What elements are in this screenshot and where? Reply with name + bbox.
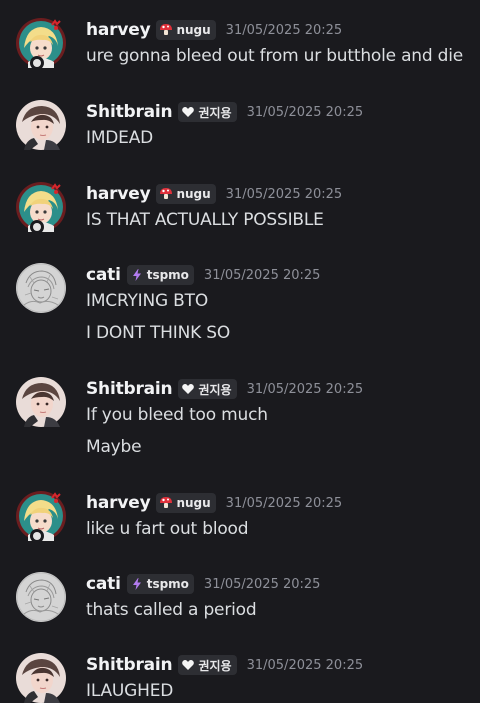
server-tag-label: nugu	[176, 23, 211, 37]
username[interactable]: cati	[86, 265, 121, 285]
username[interactable]: harvey	[86, 20, 151, 40]
username[interactable]: Shitbrain	[86, 102, 173, 122]
message-text: I DONT THINK SO	[86, 323, 231, 343]
timestamp: 31/05/2025 20:25	[225, 186, 343, 202]
server-tag[interactable]: 권지용	[178, 102, 237, 122]
chat-message-list: harvey nugu 31/05/2025 20:25 ure gonna b…	[0, 0, 480, 702]
username[interactable]: Shitbrain	[86, 379, 173, 399]
status-icon	[30, 220, 44, 234]
server-tag[interactable]: tspmo	[126, 265, 194, 285]
server-tag[interactable]: nugu	[156, 184, 216, 204]
server-tag-label: 권지용	[198, 105, 232, 120]
message-text: IMDEAD	[86, 128, 154, 148]
server-tag[interactable]: nugu	[156, 493, 216, 513]
status-icon	[30, 56, 44, 70]
avatar[interactable]	[16, 100, 66, 150]
message-text: IMCRYING BTO	[86, 291, 208, 311]
message-header: cati tspmo 31/05/2025 20:25	[86, 263, 320, 287]
message-header: Shitbrain 권지용 31/05/2025 20:25	[86, 377, 363, 401]
server-tag-label: 권지용	[198, 658, 232, 673]
message-header: harvey nugu 31/05/2025 20:25	[86, 182, 342, 206]
avatar[interactable]	[16, 572, 66, 622]
heart-icon	[181, 105, 195, 119]
timestamp: 31/05/2025 20:25	[225, 22, 343, 38]
server-tag-label: nugu	[176, 496, 211, 510]
server-tag-label: tspmo	[146, 577, 189, 591]
timestamp: 31/05/2025 20:25	[246, 657, 364, 673]
timestamp: 31/05/2025 20:25	[246, 104, 364, 120]
timestamp: 31/05/2025 20:25	[225, 495, 343, 511]
server-tag-label: nugu	[176, 187, 211, 201]
message-text: thats called a period	[86, 600, 257, 620]
server-tag-label: 권지용	[198, 382, 232, 397]
server-tag[interactable]: 권지용	[178, 379, 237, 399]
message-text: IS THAT ACTUALLY POSSIBLE	[86, 210, 324, 230]
message-header: Shitbrain 권지용 31/05/2025 20:25	[86, 653, 363, 677]
mushroom-icon	[159, 496, 173, 510]
avatar[interactable]	[16, 18, 66, 70]
message-header: Shitbrain 권지용 31/05/2025 20:25	[86, 100, 363, 124]
message-text: like u fart out blood	[86, 519, 249, 539]
message-header: cati tspmo 31/05/2025 20:25	[86, 572, 320, 596]
mushroom-icon	[159, 187, 173, 201]
avatar[interactable]	[16, 182, 66, 234]
mushroom-icon	[159, 23, 173, 37]
avatar[interactable]	[16, 653, 66, 703]
server-tag[interactable]: nugu	[156, 20, 216, 40]
server-tag[interactable]: 권지용	[178, 655, 237, 675]
message-header: harvey nugu 31/05/2025 20:25	[86, 491, 342, 515]
timestamp: 31/05/2025 20:25	[203, 267, 321, 283]
lightning-icon	[130, 577, 144, 591]
timestamp: 31/05/2025 20:25	[246, 381, 364, 397]
status-icon	[30, 529, 44, 543]
message-text: ure gonna bleed out from ur butthole and…	[86, 46, 464, 66]
username[interactable]: cati	[86, 574, 121, 594]
timestamp: 31/05/2025 20:25	[203, 576, 321, 592]
server-tag-label: tspmo	[146, 268, 189, 282]
message-header: harvey nugu 31/05/2025 20:25	[86, 18, 342, 42]
lightning-icon	[130, 268, 144, 282]
avatar[interactable]	[16, 491, 66, 543]
message-text: ILAUGHED	[86, 681, 174, 701]
heart-icon	[181, 658, 195, 672]
heart-icon	[181, 382, 195, 396]
avatar[interactable]	[16, 263, 66, 313]
message-text: Maybe	[86, 437, 142, 457]
username[interactable]: Shitbrain	[86, 655, 173, 675]
username[interactable]: harvey	[86, 493, 151, 513]
username[interactable]: harvey	[86, 184, 151, 204]
message-text: If you bleed too much	[86, 405, 268, 425]
avatar[interactable]	[16, 377, 66, 427]
server-tag[interactable]: tspmo	[126, 574, 194, 594]
